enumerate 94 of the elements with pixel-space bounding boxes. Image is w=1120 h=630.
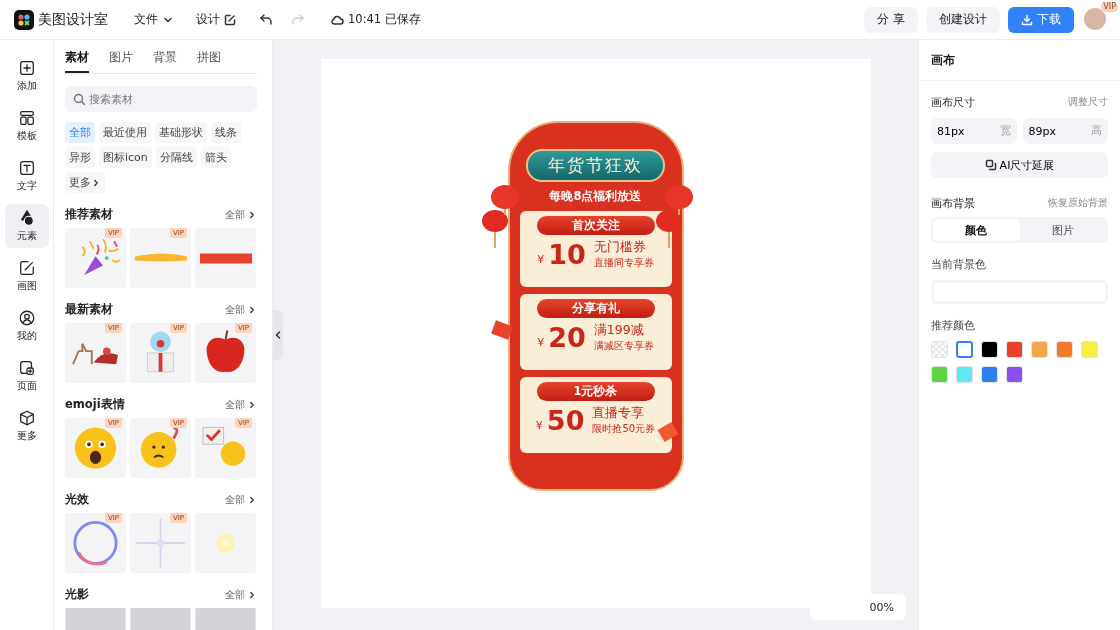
filter-chip[interactable]: 最近使用 (99, 122, 151, 143)
sidebar-item[interactable]: 模板 (4, 104, 49, 148)
currency-sign: ¥ (535, 419, 543, 432)
download-button[interactable]: 下载 (1008, 6, 1074, 33)
section-label: 画布背景 (931, 196, 975, 211)
coupon-title: 满199减 (593, 322, 645, 339)
transparent-swatch[interactable] (931, 341, 948, 358)
avatar[interactable] (1084, 7, 1106, 30)
filter-chip[interactable]: 线条 (211, 122, 241, 143)
view-all-link[interactable]: 全部 (225, 492, 257, 507)
coupon-header: 首次关注 (536, 216, 655, 235)
view-all-link[interactable]: 全部 (225, 397, 257, 412)
poster-title: 年货节狂欢 (526, 149, 665, 182)
chevron-right-icon (247, 209, 257, 220)
app-logo-icon (14, 9, 34, 30)
chevron-right-icon (247, 304, 257, 315)
view-all-link[interactable]: 全部 (225, 587, 257, 602)
collapse-handle[interactable] (273, 310, 283, 360)
filter-chip[interactable]: 异形 (65, 147, 95, 168)
panel-tab[interactable]: 图片 (109, 50, 133, 73)
asset-thumbnail[interactable] (195, 513, 256, 573)
filter-chip[interactable]: 基础形状 (155, 122, 207, 143)
coupon-note: 限时抢50元券 (592, 422, 656, 436)
color-swatch[interactable] (956, 341, 973, 358)
coupon-note: 直播间专享券 (593, 256, 654, 270)
ai-extend-button[interactable]: AI尺寸延展 (931, 152, 1108, 178)
coupon-title: 直播专享 (592, 405, 646, 422)
panel-tab[interactable]: 拼图 (197, 50, 221, 73)
section-title: 最新素材 (65, 302, 113, 317)
view-all-link[interactable]: 全部 (225, 207, 257, 222)
cube-icon (17, 409, 36, 427)
save-status: 10:41 已保存 (348, 12, 421, 27)
section-title: 光效 (65, 492, 89, 507)
poster-subtitle: 每晚8点福利放送 (549, 189, 642, 204)
coupon-amount: 10 (548, 241, 586, 268)
asset-thumbnail[interactable] (195, 228, 256, 288)
sidebar-item[interactable]: 我的 (4, 304, 49, 348)
sidebar-item[interactable]: 文字 (4, 154, 49, 198)
coupon-title: 无门槛券 (593, 239, 647, 256)
filter-chip[interactable]: 图标icon (99, 147, 152, 168)
field-label: 推荐颜色 (931, 318, 975, 333)
section-label: 画布尺寸 (931, 95, 975, 110)
panel-tab[interactable]: 背景 (153, 50, 177, 73)
coupon-amount: 50 (546, 407, 585, 434)
filter-chip[interactable]: 分隔线 (155, 147, 197, 168)
chevron-right-icon (247, 399, 257, 410)
layout-icon (17, 109, 36, 127)
filter-chip[interactable]: 箭头 (200, 147, 231, 168)
search-field[interactable]: 搜索素材 (65, 86, 257, 112)
currency-sign: ¥ (537, 253, 545, 266)
unit-label: 宽 (999, 124, 1011, 138)
toolbar-button[interactable]: 分 享 (864, 6, 918, 33)
sidebar-item[interactable]: 元素 (4, 204, 49, 248)
coupon-note: 满减区专享券 (593, 339, 654, 353)
page-icon (17, 359, 36, 377)
unit-label: 高 (1091, 124, 1102, 138)
section-title: 光影 (65, 587, 89, 602)
field-label: 当前背景色 (931, 257, 986, 272)
zoom-control[interactable]: 00% (809, 594, 906, 620)
panel-tab[interactable]: 素材 (65, 50, 89, 73)
search-icon (73, 93, 86, 106)
reset-background-link[interactable]: 恢复原始背景 (1048, 197, 1108, 210)
section-title: 推荐素材 (65, 207, 113, 222)
coupon-amount: 20 (548, 324, 586, 351)
section-title: emoji表情 (65, 397, 125, 412)
sidebar-item[interactable]: 页面 (4, 354, 49, 398)
menu-item[interactable]: 文件 (134, 11, 174, 28)
toolbar-button[interactable]: 创建设计 (926, 6, 1000, 33)
segment-tab[interactable]: 颜色 (933, 219, 1020, 241)
chevron-right-icon (247, 494, 257, 505)
chevron-right-icon (91, 177, 101, 188)
expand-icon (984, 159, 997, 171)
stripe-drawing (198, 251, 253, 265)
text-icon (17, 159, 36, 177)
sidebar-item[interactable]: 画图 (4, 254, 49, 298)
coupon-header: 1元秒杀 (536, 382, 655, 401)
sidebar-item[interactable]: 更多 (4, 404, 49, 448)
app-name: 美图设计室 (38, 10, 108, 29)
segment-tab[interactable]: 图片 (1019, 219, 1106, 241)
view-all-link[interactable]: 全部 (225, 302, 257, 317)
panel-title: 画布 (919, 40, 1120, 81)
draw-icon (17, 259, 36, 277)
plus-icon (17, 59, 36, 77)
filter-chip[interactable]: 更多 (65, 172, 105, 193)
menu-item[interactable]: 设计 (196, 11, 236, 28)
edit-icon (224, 13, 236, 26)
coupon-header: 分享有礼 (536, 299, 655, 318)
user-icon (17, 309, 36, 327)
currency-sign: ¥ (537, 336, 545, 349)
sidebar-item[interactable]: 添加 (4, 54, 49, 98)
vip-badge: VIP (1101, 1, 1118, 12)
chevron-right-icon (247, 589, 257, 600)
download-icon (1021, 13, 1033, 26)
resize-link[interactable]: 调整尺寸 (1068, 96, 1108, 109)
